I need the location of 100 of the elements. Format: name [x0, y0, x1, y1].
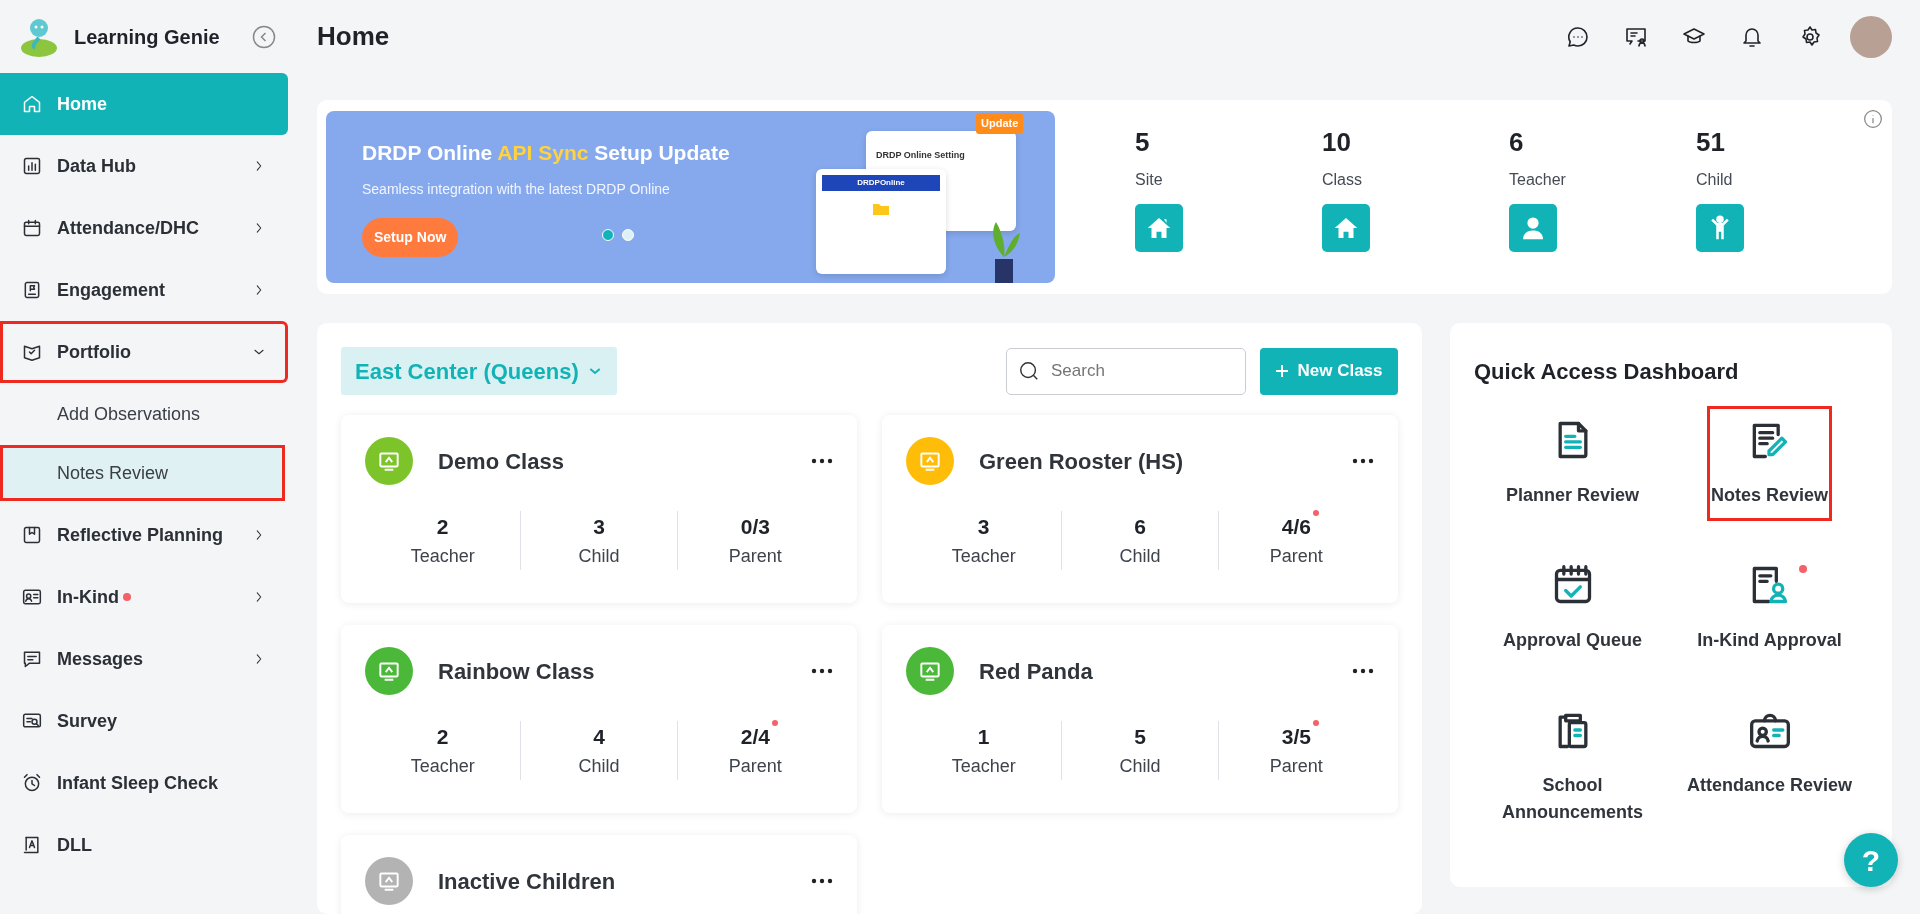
- class-name: Rainbow Class: [438, 657, 595, 686]
- search-icon: [1018, 359, 1040, 382]
- class-stat-label: Child: [1118, 544, 1162, 568]
- class-stat-label: Teacher: [950, 754, 1017, 778]
- flag-card-icon: [22, 280, 42, 300]
- class-stat-label: Parent: [1268, 754, 1324, 778]
- sidebar-subitem[interactable]: Add Observations: [0, 386, 285, 442]
- house-icon: [1135, 204, 1183, 252]
- class-name: Inactive Children: [438, 867, 616, 896]
- sidebar-label: Engagement: [57, 278, 166, 302]
- quick-access-tile[interactable]: Notes Review: [1706, 406, 1832, 521]
- more-icon[interactable]: [811, 878, 833, 884]
- banner-title: DRDP Online API Sync Setup Update: [362, 140, 730, 166]
- id-card-icon: [22, 587, 42, 607]
- more-icon[interactable]: [811, 668, 833, 674]
- sidebar-label: Attendance/DHC: [57, 216, 199, 240]
- class-stat-label: Child: [577, 544, 621, 568]
- calendar-icon: [22, 218, 42, 238]
- class-stat-value: 3: [593, 514, 605, 540]
- class-card[interactable]: Rainbow Class 2 Teacher 4 Child 2/4 Parent: [341, 625, 857, 813]
- stat-value: 5: [1135, 126, 1151, 159]
- sidebar-subitem[interactable]: Notes Review: [0, 445, 285, 501]
- class-stat-label: Child: [577, 754, 621, 778]
- class-stat-label: Teacher: [409, 754, 476, 778]
- book-check-icon: [22, 342, 42, 362]
- sidebar-label: Home: [57, 92, 107, 116]
- more-icon[interactable]: [811, 458, 833, 464]
- class-stat-value: 4/6: [1281, 511, 1311, 543]
- quick-access-tile[interactable]: In-Kind Approval: [1693, 551, 1846, 666]
- sidebar-item[interactable]: Survey: [0, 690, 288, 752]
- home-icon: [22, 94, 42, 114]
- sidebar-item[interactable]: Data Hub: [0, 135, 288, 197]
- class-stat-value: 3: [977, 514, 990, 540]
- class-name: Green Rooster (HS): [979, 447, 1184, 476]
- page-title: Home: [317, 20, 390, 53]
- class-stat-value: 6: [1134, 514, 1146, 540]
- search-field[interactable]: Search: [1006, 347, 1246, 395]
- sidebar-label: Data Hub: [57, 154, 136, 178]
- sidebar-label: Portfolio: [57, 340, 131, 364]
- stat-value: 6: [1509, 126, 1525, 159]
- quick-access-tile[interactable]: School Announcements: [1474, 696, 1671, 838]
- class-stat-value: 2: [436, 514, 449, 540]
- class-stat-value: 3/5: [1281, 721, 1311, 753]
- sidebar-label: Messages: [57, 647, 144, 671]
- class-card[interactable]: Green Rooster (HS) 3 Teacher 6 Child 4/6 Parent: [882, 415, 1398, 603]
- class-stat-value: 2/4: [740, 721, 770, 753]
- sidebar-item[interactable]: Reflective Planning: [0, 504, 288, 566]
- illustration-logo: DRDPOnline: [822, 175, 940, 191]
- class-stat-label: Parent: [727, 754, 783, 778]
- sidebar-label: Survey: [57, 709, 118, 733]
- illustration-text: DRDP Online Setting: [876, 150, 965, 160]
- class-stat-value: 1: [977, 724, 990, 750]
- app-name: Learning Genie: [74, 24, 220, 50]
- update-tag: Update: [976, 113, 1024, 134]
- sidebar-item[interactable]: Portfolio: [0, 321, 288, 383]
- plus-icon: [1275, 364, 1290, 378]
- survey-icon: [22, 711, 42, 731]
- chat-icon[interactable]: [1566, 24, 1590, 49]
- message-icon: [22, 649, 42, 669]
- panel-title: Quick Access Dashboard: [1474, 358, 1740, 386]
- quick-access-tile[interactable]: Approval Queue: [1499, 551, 1646, 666]
- info-icon[interactable]: [1863, 109, 1883, 129]
- stat-label: Site: [1135, 170, 1164, 190]
- sidebar-item[interactable]: Messages: [0, 628, 288, 690]
- stat-label: Child: [1696, 170, 1734, 190]
- banner-subtitle: Seamless integration with the latest DRDP Online: [362, 179, 670, 199]
- stat-value: 10: [1322, 126, 1352, 159]
- sidebar-item[interactable]: DLL: [0, 814, 288, 876]
- sidebar-item[interactable]: In-Kind: [0, 566, 288, 628]
- carousel-dot[interactable]: [622, 229, 634, 241]
- class-card[interactable]: Red Panda 1 Teacher 5 Child 3/5 Parent: [882, 625, 1398, 813]
- class-stat-value: 4: [593, 724, 605, 750]
- class-name: Red Panda: [979, 657, 1093, 686]
- house-icon: [1322, 204, 1370, 252]
- carousel-dot[interactable]: [602, 229, 614, 241]
- quick-access-tile[interactable]: Planner Review: [1501, 406, 1644, 521]
- class-stat-label: Child: [1118, 754, 1162, 778]
- more-icon[interactable]: [1352, 668, 1374, 674]
- stat-value: 51: [1696, 126, 1726, 159]
- person-icon: [1509, 204, 1557, 252]
- collapse-icon[interactable]: [252, 24, 276, 49]
- child-icon: [1696, 204, 1744, 252]
- stat-label: Teacher: [1509, 170, 1567, 190]
- document-letter-icon: [22, 835, 42, 855]
- sidebar-item[interactable]: Attendance/DHC: [0, 197, 288, 259]
- class-card[interactable]: Inactive Children: [341, 835, 857, 914]
- stat-label: Class: [1322, 170, 1363, 190]
- class-stat-label: Parent: [727, 544, 783, 568]
- alarm-clock-icon: [22, 773, 42, 793]
- class-stat-value: 5: [1134, 724, 1146, 750]
- sidebar-item[interactable]: Infant Sleep Check: [0, 752, 288, 814]
- class-stat-value: 0/3: [740, 514, 770, 540]
- bar-chart-icon: [22, 156, 42, 176]
- sidebar-label: DLL: [57, 833, 92, 857]
- class-stat-label: Parent: [1268, 544, 1324, 568]
- class-stat-label: Teacher: [950, 544, 1017, 568]
- class-stat-value: 2: [436, 724, 449, 750]
- more-icon[interactable]: [1352, 458, 1374, 464]
- sidebar-item[interactable]: Engagement: [0, 259, 288, 321]
- class-card[interactable]: Demo Class 2 Teacher 3 Child 0/3 Parent: [341, 415, 857, 603]
